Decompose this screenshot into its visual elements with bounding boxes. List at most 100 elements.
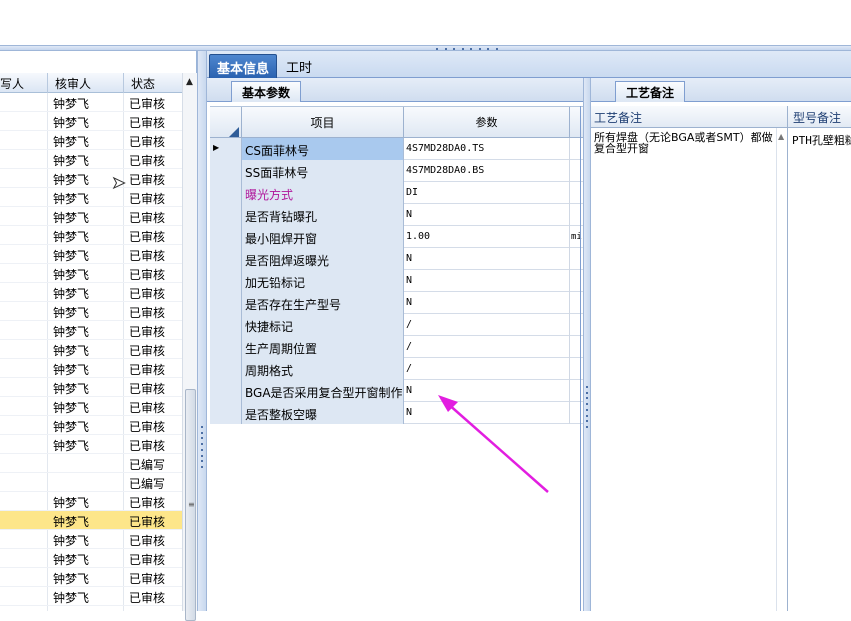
param-value-cell[interactable]: N [404,292,570,314]
table-row[interactable]: 钟梦飞 已审核 [0,340,182,359]
param-value-cell[interactable]: 4S7MD28DA0.BS [404,160,570,182]
table-row[interactable]: 钟梦飞 已审核 [0,188,182,207]
scrollbar-thumb[interactable]: ≡ [185,389,196,621]
param-name-cell[interactable]: 最小阻焊开窗 [242,226,404,248]
param-row[interactable]: 是否整板空曝 N [210,402,584,424]
param-name-cell[interactable]: 是否背钻曝孔 [242,204,404,226]
row-indicator[interactable] [210,314,242,336]
remark-scrollbar[interactable]: ▲ [776,128,786,611]
table-row[interactable]: 钟梦飞 已审核 [0,492,182,511]
param-row[interactable]: 加无铅标记 N [210,270,584,292]
table-row[interactable]: 钟梦飞 已审核 [0,378,182,397]
table-row[interactable]: 钟梦飞 已审核 [0,549,182,568]
param-name-cell[interactable]: CS面菲林号 [242,138,404,160]
row-indicator[interactable] [210,358,242,380]
process-remark-text[interactable]: 所有焊盘（无论BGA或者SMT）都做复合型开窗 [594,132,774,154]
param-value-cell[interactable]: N [404,402,570,424]
row-indicator[interactable] [210,336,242,358]
tab-basic-info[interactable]: 基本信息 [209,54,278,78]
table-row[interactable]: 钟梦飞 已审核 [0,302,182,321]
param-row[interactable]: 是否阻焊返曝光 N [210,248,584,270]
table-row[interactable]: 钟梦飞 已审核 [0,587,182,606]
param-name-cell[interactable]: 是否阻焊返曝光 [242,248,404,270]
param-name-cell[interactable]: 曝光方式 [242,182,404,204]
param-row[interactable]: 周期格式 / [210,358,584,380]
col-header-status[interactable]: 状态 [131,75,155,92]
col-header-writer[interactable]: 写人 [0,75,24,92]
table-row[interactable]: 钟梦飞 已审核 [0,245,182,264]
param-row[interactable]: BGA是否采用复合型开窗制作 N [210,380,584,402]
table-row[interactable]: 钟梦飞 已审核 [0,416,182,435]
table-row[interactable]: 钟梦飞 已审核 [0,568,182,587]
param-row[interactable]: SS面菲林号 4S7MD28DA0.BS [210,160,584,182]
col-header-model-remark[interactable]: 型号备注 [793,109,841,126]
param-row[interactable]: 是否存在生产型号 N [210,292,584,314]
tab-basic-params[interactable]: 基本参数 [231,81,302,102]
vertical-splitter-right[interactable] [583,78,591,611]
table-row[interactable]: 钟梦飞 已审核 [0,435,182,454]
table-row[interactable]: 钟梦飞 已审核 [0,131,182,150]
param-row[interactable]: 最小阻焊开窗 1.00 mi [210,226,584,248]
table-row[interactable]: 钟梦飞 已审核 [0,150,182,169]
row-indicator[interactable] [210,160,242,182]
row-indicator[interactable] [210,248,242,270]
table-row[interactable]: 已编写 [0,473,182,492]
param-name-cell[interactable]: SS面菲林号 [242,160,404,182]
param-value-cell[interactable]: / [404,314,570,336]
row-indicator[interactable] [210,292,242,314]
param-row[interactable]: 曝光方式 DI [210,182,584,204]
tab-process-remarks[interactable]: 工艺备注 [615,81,686,102]
model-remark-text[interactable]: PTH孔壁粗糙 [792,132,851,148]
record-list-scrollbar[interactable]: ▲ ≡ [182,73,197,621]
table-row[interactable]: 钟梦飞 已审核 [0,530,182,549]
param-value-cell[interactable]: DI [404,182,570,204]
col-header-value[interactable]: 参数 [404,107,570,139]
param-name-cell[interactable]: 生产周期位置 [242,336,404,358]
param-name-cell[interactable]: BGA是否采用复合型开窗制作 [242,380,404,402]
row-indicator[interactable] [210,226,242,248]
table-row[interactable]: 钟梦飞 已审核 [0,511,182,530]
tab-work-hours[interactable]: 工时 [279,54,319,78]
param-value-cell[interactable]: / [404,336,570,358]
param-name-cell[interactable]: 加无铅标记 [242,270,404,292]
param-value-cell[interactable]: N [404,248,570,270]
table-row[interactable]: 钟梦飞 已审核 [0,321,182,340]
col-separator[interactable] [787,106,788,128]
param-value-cell[interactable]: 4S7MD28DA0.TS [404,138,570,160]
table-row[interactable]: 钟梦飞 已审核 [0,283,182,302]
param-row[interactable]: 是否背钻曝孔 N [210,204,584,226]
row-indicator[interactable] [210,270,242,292]
table-row[interactable]: 钟梦飞 已审核 [0,359,182,378]
table-row[interactable]: 钟梦飞 已审核 [0,397,182,416]
param-row[interactable]: 生产周期位置 / [210,336,584,358]
row-indicator[interactable]: ▶ [210,138,242,160]
table-row[interactable]: 钟梦飞 已审核 [0,264,182,283]
table-row[interactable]: 已编写 [0,454,182,473]
param-value-cell[interactable]: 1.00 [404,226,570,248]
col-separator[interactable] [47,73,48,93]
param-value-cell[interactable]: N [404,204,570,226]
table-row[interactable]: 钟梦飞 已审核 [0,112,182,131]
row-indicator[interactable] [210,182,242,204]
scroll-up-icon[interactable]: ▲ [186,77,193,87]
param-value-cell[interactable]: N [404,270,570,292]
col-header-process-remark[interactable]: 工艺备注 [594,109,642,126]
row-indicator[interactable] [210,380,242,402]
param-name-cell[interactable]: 是否存在生产型号 [242,292,404,314]
scroll-up-icon[interactable]: ▲ [778,132,784,141]
row-indicator[interactable] [210,402,242,424]
param-name-cell[interactable]: 快捷标记 [242,314,404,336]
table-row[interactable]: 钟梦飞 已审核 [0,169,182,188]
table-row[interactable]: 钟梦飞 已审核 [0,207,182,226]
table-row[interactable]: 钟梦飞 已审核 [0,226,182,245]
param-name-cell[interactable]: 是否整板空曝 [242,402,404,424]
grid-corner[interactable] [210,107,242,139]
param-name-cell[interactable]: 周期格式 [242,358,404,380]
col-header-item[interactable]: 项目 [242,107,404,139]
param-value-cell[interactable]: / [404,358,570,380]
row-indicator[interactable] [210,204,242,226]
param-row[interactable]: ▶ CS面菲林号 4S7MD28DA0.TS [210,138,584,160]
param-value-cell[interactable]: N [404,380,570,402]
col-separator[interactable] [123,73,124,93]
col-header-reviewer[interactable]: 核审人 [55,75,91,92]
